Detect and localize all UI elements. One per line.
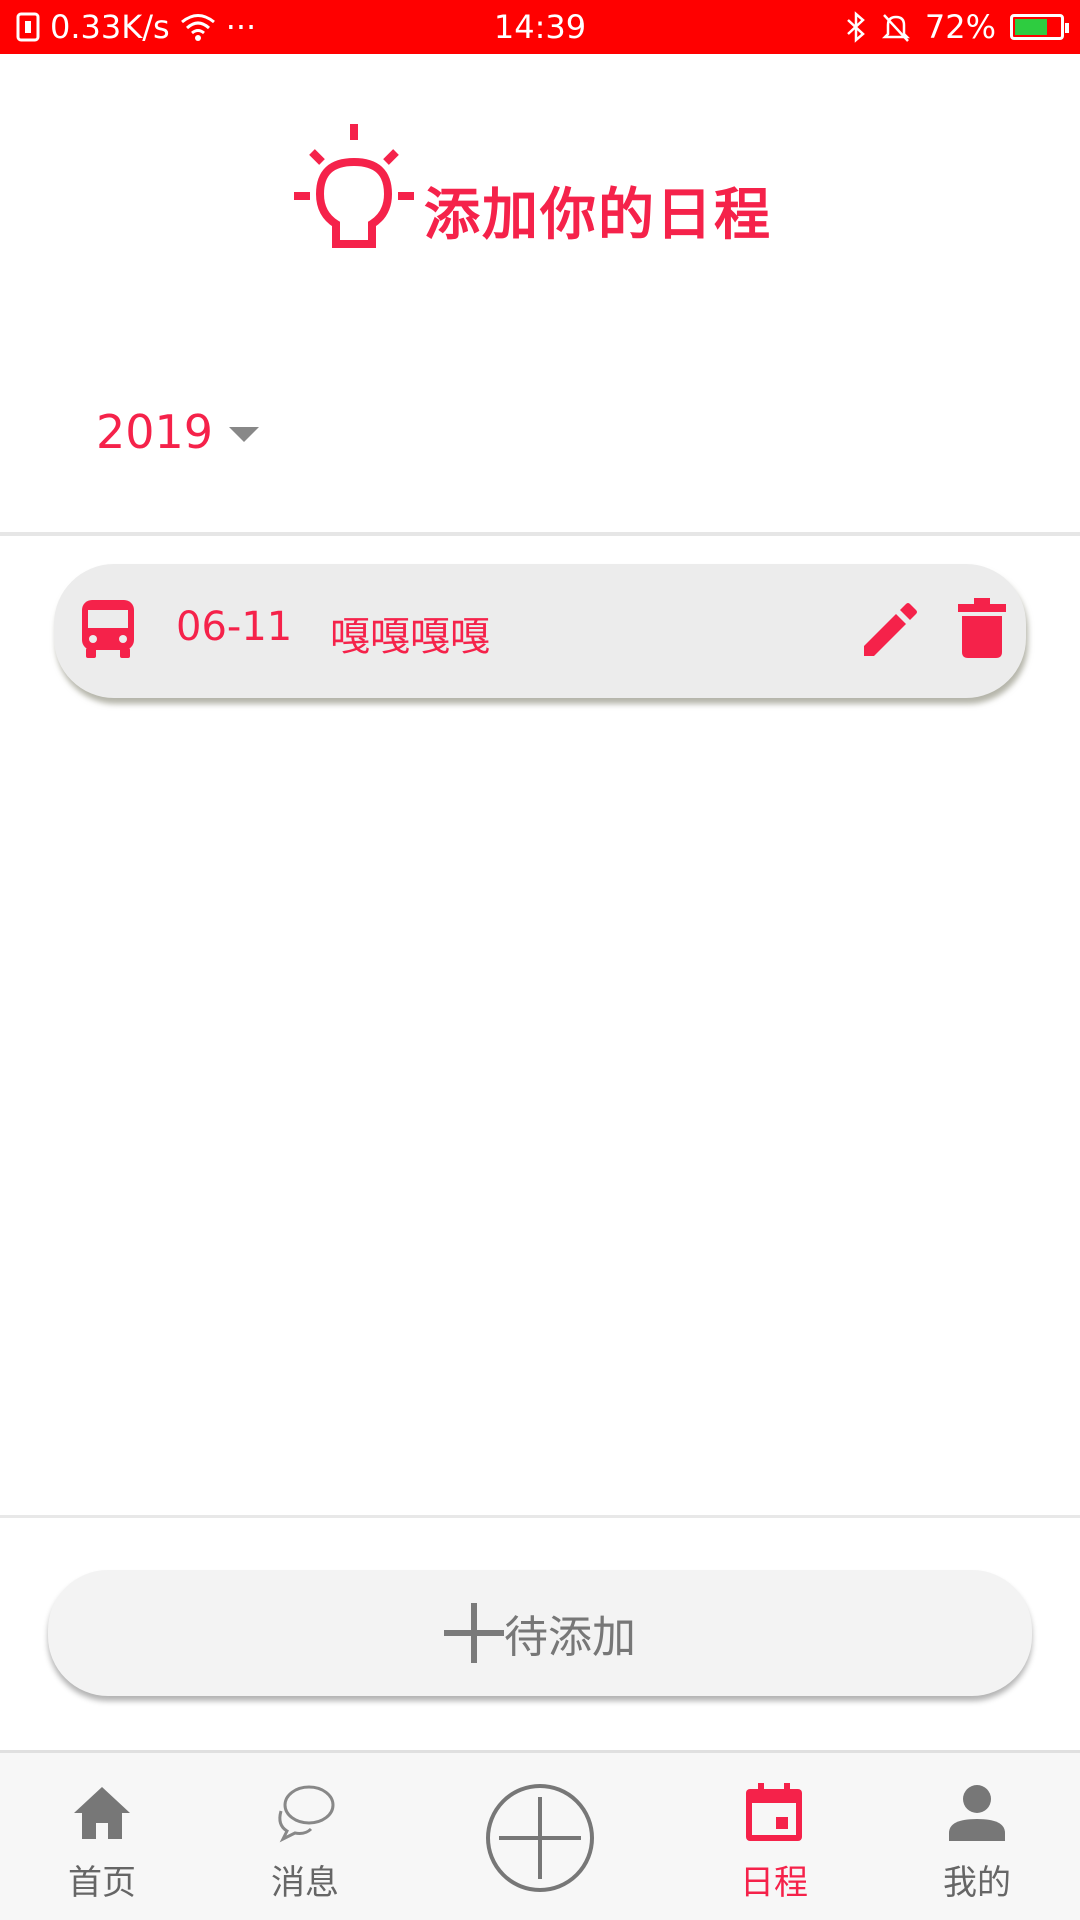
bus-icon (82, 600, 134, 658)
nav-label-messages: 消息 (271, 1863, 339, 1903)
add-pending-button[interactable]: 待添加 (48, 1570, 1032, 1696)
caret-down-icon (229, 426, 260, 442)
divider (0, 532, 1080, 536)
home-icon (74, 1787, 130, 1839)
bluetooth-icon (847, 11, 865, 43)
delete-icon[interactable] (958, 598, 1006, 658)
year-selector[interactable]: 2019 (96, 405, 260, 459)
nav-item-profile[interactable]: 我的 (877, 1753, 1077, 1920)
add-button-label: 待添加 (504, 1612, 636, 1663)
nav-item-home[interactable]: 首页 (2, 1753, 202, 1920)
nav-item-messages[interactable]: 消息 (205, 1753, 405, 1920)
add-circle-icon[interactable] (485, 1783, 595, 1893)
plus-icon (444, 1603, 504, 1663)
lightbulb-icon (294, 124, 414, 248)
nav-item-schedule[interactable]: 日程 (674, 1753, 874, 1920)
page-header: 添加你的日程 (0, 110, 1080, 260)
schedule-item[interactable]: 06-11 嘎嘎嘎嘎 (54, 564, 1026, 698)
calendar-icon (746, 1783, 802, 1841)
schedule-text: 嘎嘎嘎嘎 (330, 614, 490, 660)
status-bar: 0.33K/s ··· 14:39 72% (0, 0, 1080, 54)
person-icon (949, 1785, 1005, 1841)
schedule-date: 06-11 (176, 604, 293, 650)
bottom-nav: 首页 消息 日程 我的 (0, 1750, 1080, 1920)
nav-label-home: 首页 (68, 1863, 136, 1903)
nav-label-schedule: 日程 (740, 1863, 808, 1903)
bell-mute-icon (881, 14, 910, 42)
divider (0, 1515, 1080, 1518)
year-value: 2019 (96, 405, 214, 459)
battery-percent: 72% (924, 8, 996, 46)
battery-icon (1010, 14, 1069, 40)
status-right: 72% (845, 8, 1069, 46)
edit-icon[interactable] (860, 600, 920, 660)
chat-icon (278, 1785, 335, 1843)
page-title: 添加你的日程 (424, 183, 772, 248)
battery-fill (1015, 19, 1047, 35)
nav-label-profile: 我的 (943, 1863, 1011, 1903)
